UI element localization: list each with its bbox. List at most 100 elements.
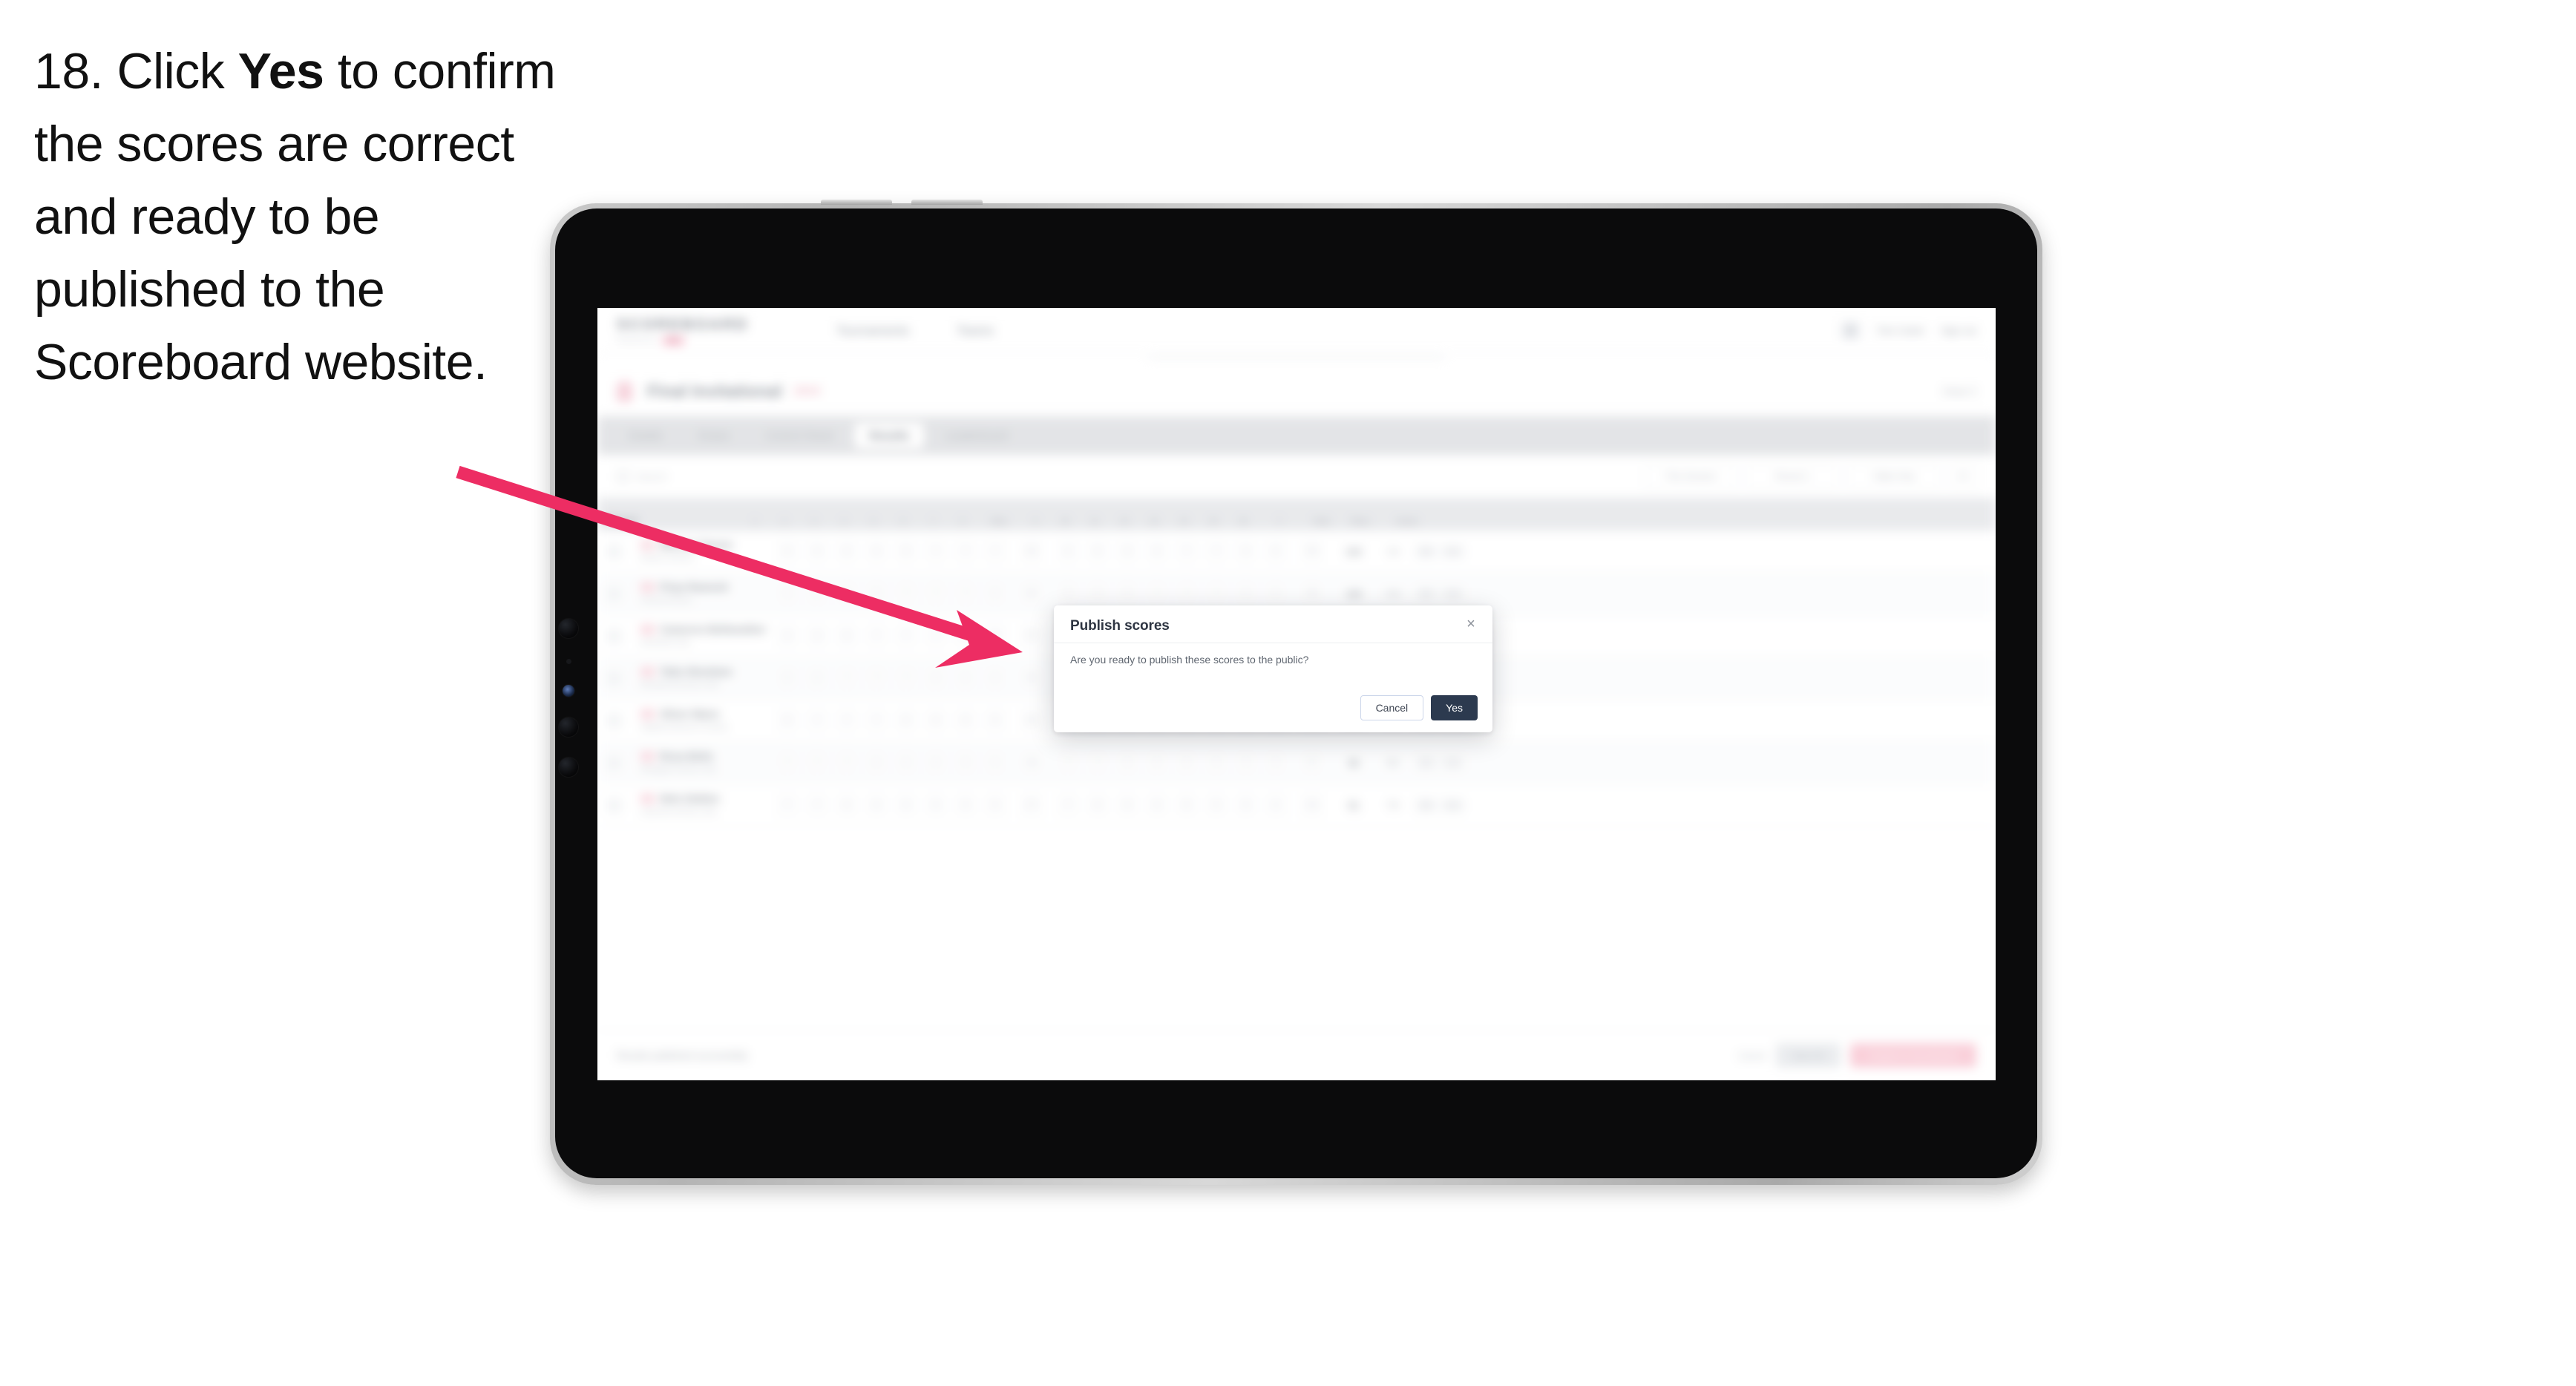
yes-button[interactable]: Yes [1431, 695, 1478, 720]
score-cell[interactable]: 8 [1083, 541, 1112, 562]
subtotal-cell[interactable]: 60 [1010, 583, 1053, 604]
row-action-button[interactable]: Edit [1415, 586, 1438, 601]
score-cell[interactable]: 5 [1261, 752, 1291, 773]
score-cell[interactable]: 7 [832, 752, 862, 773]
score-cell[interactable]: 8 [802, 625, 832, 646]
score-cell[interactable]: 7 [1202, 583, 1231, 604]
tab-results[interactable]: Results [854, 422, 925, 449]
score-cell[interactable]: 7 [891, 625, 921, 646]
score-cell[interactable]: 6 [1142, 795, 1172, 815]
score-cell[interactable]: 8 [832, 541, 862, 562]
score-cell[interactable]: 8 [891, 541, 921, 562]
score-cell[interactable]: 5 [1202, 795, 1231, 815]
score-cell[interactable]: 7 [802, 752, 832, 773]
row-checkbox[interactable] [597, 755, 630, 770]
score-cell[interactable]: 6 [1231, 583, 1261, 604]
score-cell[interactable]: 8 [862, 583, 891, 604]
score-cell[interactable]: 6 [862, 752, 891, 773]
score-cell[interactable]: 8 [773, 668, 802, 689]
score-cell[interactable]: 8 [773, 710, 802, 731]
score-cell[interactable]: 7 [891, 583, 921, 604]
score-cell[interactable]: 7 [1053, 752, 1083, 773]
score-cell[interactable]: 7 [862, 710, 891, 731]
subtotal-cell[interactable]: 49 [1010, 752, 1053, 773]
score-cell[interactable]: 5 [980, 752, 1010, 773]
score-cell[interactable]: 8 [1112, 541, 1142, 562]
subtotal-cell[interactable]: 47 [1010, 795, 1053, 815]
score-cell[interactable]: 8 [832, 583, 862, 604]
filter-session-select[interactable]: This Session [1645, 464, 1737, 489]
score-cell[interactable]: 7 [832, 710, 862, 731]
event-close-link[interactable]: Close X [1942, 386, 1976, 397]
footer-cancel-link[interactable]: Cancel [1738, 1051, 1766, 1061]
score-cell[interactable]: 7 [832, 668, 862, 689]
score-cell[interactable]: 6 [921, 752, 951, 773]
publish-to-scoreboard-button[interactable]: Publish to Scoreboard [1849, 1043, 1976, 1068]
score-cell[interactable]: 8 [773, 625, 802, 646]
row-action-button[interactable]: Edit [1415, 755, 1438, 770]
score-cell[interactable]: 6 [951, 668, 980, 689]
score-cell[interactable]: 9 [773, 541, 802, 562]
score-cell[interactable]: 6 [1261, 583, 1291, 604]
score-cell[interactable]: 8 [1142, 541, 1172, 562]
settings-gear-icon[interactable]: ⚙ [1950, 464, 1976, 489]
score-cell[interactable]: 6 [951, 625, 980, 646]
score-cell[interactable]: 6 [891, 795, 921, 815]
score-cell[interactable]: 7 [802, 795, 832, 815]
row-checkbox[interactable] [597, 628, 630, 643]
score-cell[interactable]: 7 [980, 541, 1010, 562]
score-cell[interactable]: 9 [773, 583, 802, 604]
row-checkbox[interactable] [597, 798, 630, 812]
score-cell[interactable]: 8 [1083, 583, 1112, 604]
subtotal-cell[interactable]: 58 [1291, 583, 1334, 604]
score-cell[interactable]: 6 [1142, 752, 1172, 773]
score-cell[interactable]: 8 [802, 583, 832, 604]
filter-round-select[interactable]: Round 1 [1746, 464, 1838, 489]
score-cell[interactable]: 8 [802, 668, 832, 689]
score-cell[interactable]: 6 [921, 668, 951, 689]
score-cell[interactable]: 5 [980, 795, 1010, 815]
nav-item-tournaments[interactable]: Tournaments [836, 323, 909, 338]
score-cell[interactable]: 5 [951, 752, 980, 773]
row-action-button[interactable]: Edit [1415, 798, 1438, 812]
avatar[interactable] [1841, 321, 1861, 341]
table-row[interactable]: Marcus Tanner Eastern Archery 9 9 8 8 8 7 7 7 63 9 8… [597, 531, 1996, 573]
nav-item-teams[interactable]: Teams [957, 323, 994, 338]
score-cell[interactable]: 7 [862, 668, 891, 689]
score-cell[interactable]: 7 [773, 752, 802, 773]
subtotal-cell[interactable]: 55 [1010, 668, 1053, 689]
score-cell[interactable]: 5 [1231, 752, 1261, 773]
close-icon[interactable]: × [1463, 616, 1479, 632]
score-cell[interactable]: 6 [832, 795, 862, 815]
score-cell[interactable]: 7 [802, 710, 832, 731]
score-cell[interactable]: 8 [1112, 583, 1142, 604]
subtotal-cell[interactable]: 57 [1010, 625, 1053, 646]
save-all-button[interactable]: Save All [1775, 1043, 1841, 1068]
score-cell[interactable]: 7 [921, 541, 951, 562]
score-cell[interactable]: 7 [1083, 752, 1112, 773]
header-user-name[interactable]: Tom Carter [1877, 325, 1924, 336]
search-input[interactable]: Search [617, 465, 1645, 487]
score-cell[interactable]: 6 [980, 583, 1010, 604]
score-cell[interactable]: 5 [1202, 752, 1231, 773]
tab-details[interactable]: Details [614, 423, 678, 449]
tab-leaderboard[interactable]: Leaderboard [930, 423, 1023, 449]
score-cell[interactable]: 6 [951, 710, 980, 731]
row-action-button[interactable]: Void [1441, 586, 1465, 601]
row-checkbox[interactable] [597, 544, 630, 559]
score-cell[interactable]: 7 [862, 625, 891, 646]
score-cell[interactable]: 6 [1112, 752, 1142, 773]
row-action-button[interactable]: Void [1441, 798, 1465, 812]
score-cell[interactable]: 7 [951, 541, 980, 562]
volume-down-button[interactable] [911, 200, 983, 205]
table-row[interactable]: Rosa Belin Westgate Archery Club 7 7 7 6 6 6 5 5 4… [597, 742, 1996, 784]
subtotal-cell[interactable]: 44 [1291, 795, 1334, 815]
score-cell[interactable]: 6 [1083, 795, 1112, 815]
score-cell[interactable]: 7 [951, 583, 980, 604]
score-cell[interactable]: 6 [891, 752, 921, 773]
score-cell[interactable]: 7 [921, 625, 951, 646]
tab-control-sheet[interactable]: Control Sheet [750, 423, 848, 449]
row-action-button[interactable]: Edit [1415, 544, 1438, 559]
score-cell[interactable]: 8 [832, 625, 862, 646]
score-cell[interactable]: 9 [802, 541, 832, 562]
